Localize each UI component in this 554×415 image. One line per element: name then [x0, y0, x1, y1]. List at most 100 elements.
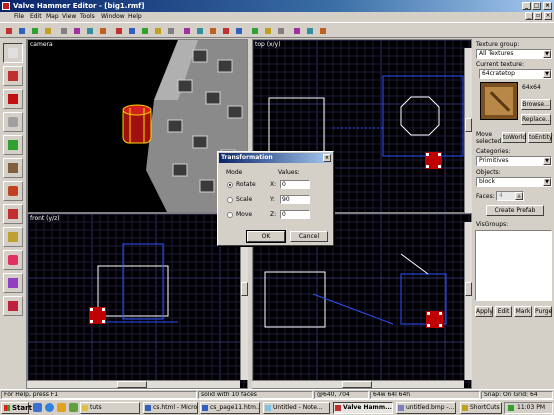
vertex-tool[interactable] [3, 250, 23, 270]
hammer-app-icon[interactable] [2, 2, 10, 10]
scroll-thumb[interactable] [465, 282, 472, 296]
current-texture-select[interactable]: 64cratetop ▼ [479, 69, 552, 79]
scroll-thumb[interactable] [241, 282, 248, 296]
clipping-tool[interactable] [3, 227, 23, 247]
undo-icon[interactable] [97, 25, 108, 36]
overlay-tool[interactable] [3, 296, 23, 316]
chevron-down-icon[interactable]: ▼ [543, 178, 551, 186]
mdi-restore-button[interactable]: ▫ [534, 12, 542, 20]
taskbar-item[interactable]: ShortCuts [460, 402, 502, 414]
y-value-input[interactable]: 90 [280, 195, 310, 204]
outlook-icon[interactable] [57, 403, 66, 412]
ie-icon[interactable] [45, 403, 54, 412]
ok-button[interactable]: OK [246, 230, 286, 243]
entity-tool[interactable] [3, 112, 23, 132]
start-button[interactable]: Start [1, 402, 32, 414]
copy-icon[interactable] [71, 25, 82, 36]
texture-lock-icon[interactable] [249, 25, 260, 36]
move-label[interactable]: Move [236, 211, 252, 218]
selection-tool[interactable] [3, 43, 23, 63]
scale-label[interactable]: Scale [236, 196, 252, 203]
taskbar-item[interactable]: cs.html - Micros... [143, 402, 198, 414]
taskbar-item[interactable]: tuts [80, 402, 140, 414]
browse-button[interactable]: Browse... [521, 99, 551, 110]
taskbar-item[interactable]: untitled.bmp -... [396, 402, 456, 414]
front-viewport[interactable]: front (y/z) [27, 213, 248, 389]
hollow-icon[interactable] [233, 25, 244, 36]
rotate-radio[interactable] [227, 182, 233, 188]
objects-select[interactable]: block ▼ [476, 177, 552, 187]
side-vscrollbar[interactable] [464, 222, 472, 380]
minimize-button[interactable]: _ [522, 2, 531, 10]
media-icon[interactable] [69, 403, 78, 412]
radius-culling-icon[interactable] [317, 25, 328, 36]
chevron-down-icon[interactable]: ▼ [543, 157, 551, 165]
run-icon[interactable] [42, 25, 53, 36]
block-tool[interactable] [3, 135, 23, 155]
chevron-down-icon[interactable]: ▼ [543, 50, 551, 58]
grid-icon[interactable] [126, 25, 137, 36]
x-value-input[interactable]: 0 [280, 180, 310, 189]
texture-group-select[interactable]: All Textures ▼ [476, 49, 552, 59]
top-vscrollbar[interactable] [464, 48, 472, 213]
save-icon[interactable] [29, 25, 40, 36]
menu-help[interactable]: Help [128, 13, 142, 20]
scroll-thumb[interactable] [342, 381, 372, 388]
new-icon[interactable] [3, 25, 14, 36]
z-value-input[interactable]: 0 [280, 210, 310, 219]
menu-edit[interactable]: Edit [30, 13, 42, 20]
mark-button[interactable]: Mark [514, 306, 532, 317]
ungroup-icon[interactable] [194, 25, 205, 36]
move-radio[interactable] [227, 212, 233, 218]
replace-button[interactable]: Replace... [521, 114, 551, 125]
visgroups-list[interactable] [475, 230, 552, 301]
taskbar-item[interactable]: cs_page11.htm... [200, 402, 260, 414]
spin-icon[interactable]: ▲ [515, 192, 523, 200]
mdi-close-button[interactable]: × [544, 12, 552, 20]
vertex-icon[interactable] [275, 25, 286, 36]
network-icon[interactable] [508, 405, 514, 411]
decal-tool[interactable] [3, 204, 23, 224]
apply-texture-tool[interactable] [3, 181, 23, 201]
cut-icon[interactable] [58, 25, 69, 36]
taskbar-item[interactable]: Valve Hamm... [333, 402, 393, 414]
menu-file[interactable]: File [14, 13, 24, 20]
rotate-label[interactable]: Rotate [236, 181, 256, 188]
create-prefab-button[interactable]: Create Prefab [486, 205, 544, 216]
faces-input[interactable]: 4 ▲ [496, 191, 524, 201]
texture-tool[interactable] [3, 158, 23, 178]
mdi-minimize-button[interactable]: _ [525, 12, 533, 20]
scroll-thumb[interactable] [465, 118, 472, 132]
hide-icon[interactable] [207, 25, 218, 36]
3d-grid-icon[interactable] [165, 25, 176, 36]
larger-grid-icon[interactable] [152, 25, 163, 36]
magnify-tool[interactable] [3, 66, 23, 86]
menu-window[interactable]: Window [101, 13, 125, 20]
dialog-titlebar[interactable]: Transformation × [219, 153, 332, 163]
menu-map[interactable]: Map [46, 13, 59, 20]
apply-button[interactable]: Apply [475, 306, 493, 317]
camera-tool[interactable] [3, 89, 23, 109]
scale-radio[interactable] [227, 197, 233, 203]
chevron-down-icon[interactable]: ▼ [543, 70, 551, 78]
paste-icon[interactable] [84, 25, 95, 36]
side-hscrollbar[interactable] [252, 380, 464, 388]
camera-viewport[interactable]: camera [27, 39, 248, 213]
to-entity-button[interactable]: toEntity [528, 132, 553, 143]
entity-report-icon[interactable] [291, 25, 302, 36]
path-tool[interactable] [3, 273, 23, 293]
redo-icon[interactable] [113, 25, 124, 36]
menu-view[interactable]: View [62, 13, 76, 20]
front-hscrollbar[interactable] [27, 380, 240, 388]
menu-tools[interactable]: Tools [80, 13, 95, 20]
cancel-button[interactable]: Cancel [290, 231, 328, 242]
categories-select[interactable]: Primitives ▼ [476, 156, 552, 166]
purge-button[interactable]: Purge [534, 306, 552, 317]
clip-icon[interactable] [262, 25, 273, 36]
maximize-button[interactable]: □ [532, 2, 541, 10]
close-button[interactable]: × [543, 2, 552, 10]
desktop-icon[interactable] [33, 403, 42, 412]
edit-button[interactable]: Edit [495, 306, 512, 317]
smaller-grid-icon[interactable] [139, 25, 150, 36]
close-icon[interactable]: × [323, 154, 331, 162]
